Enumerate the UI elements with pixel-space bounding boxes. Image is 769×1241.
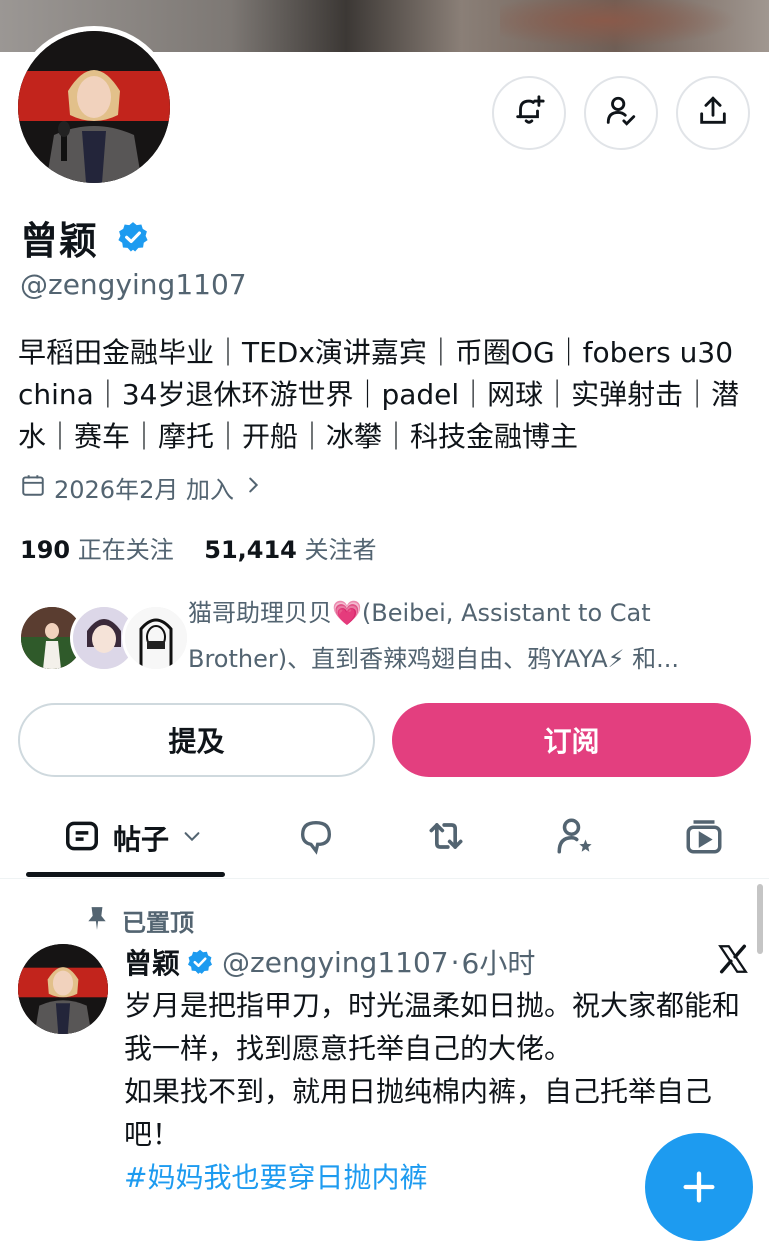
joined-date[interactable]: 2026年2月 加入	[20, 470, 264, 505]
post-header: 曾颖 @zengying1107 · 6小时	[124, 942, 535, 982]
pin-icon	[86, 905, 108, 937]
followed-by-text: 猫哥助理贝贝💗(Beibei, Assistant to Cat Brother…	[188, 599, 680, 673]
tab-posts[interactable]: 帖子	[48, 812, 218, 864]
share-icon	[696, 94, 730, 132]
mention-button[interactable]: 提及	[18, 703, 375, 777]
plus-icon	[679, 1133, 719, 1241]
chevron-right-icon	[242, 474, 264, 502]
post-separator: ·	[450, 945, 460, 979]
profile-bio: 早稻田金融毕业｜TEDx演讲嘉宾｜币圈OG｜fobers u30 china｜3…	[18, 336, 740, 453]
followers-link[interactable]: 51,414 关注者	[204, 536, 376, 564]
x-logo-icon	[716, 942, 750, 976]
active-tab-indicator	[26, 872, 225, 877]
profile-name: 曾颖	[20, 219, 99, 263]
share-button[interactable]	[676, 76, 750, 150]
tab-replies[interactable]	[286, 812, 346, 864]
chevron-down-icon	[181, 825, 203, 851]
following-link[interactable]: 190 正在关注	[20, 536, 174, 564]
following-status-button[interactable]	[584, 76, 658, 150]
post-author-name[interactable]: 曾颖	[124, 942, 180, 982]
follow-stats: 190 正在关注 51,414 关注者	[20, 530, 377, 565]
joined-text: 2026年2月 加入	[54, 476, 234, 504]
notification-bell-button[interactable]	[492, 76, 566, 150]
post-time[interactable]: 6小时	[462, 942, 536, 982]
following-count: 190	[20, 536, 71, 564]
post-author-handle[interactable]: @zengying1107	[222, 946, 449, 979]
repost-icon	[424, 814, 468, 862]
scrollbar[interactable]	[757, 884, 763, 954]
follower-avatar	[122, 604, 190, 672]
compose-button[interactable]	[645, 1133, 753, 1241]
verified-badge-icon[interactable]	[116, 220, 150, 258]
profile-handle: @zengying1107	[20, 268, 247, 301]
pinned-label: 已置顶	[122, 909, 194, 937]
followers-count: 51,414	[204, 536, 297, 564]
replies-icon	[296, 816, 336, 860]
post-line-1: 岁月是把指甲刀，时光温柔如日抛。祝大家都能和我一样，找到愿意托举自己的大佬。	[124, 989, 741, 1065]
posts-icon	[63, 817, 101, 859]
profile-tabs: 帖子	[0, 800, 769, 879]
user-star-icon	[554, 815, 596, 861]
tab-highlights[interactable]	[545, 812, 605, 864]
pinned-indicator: 已置顶	[86, 903, 194, 938]
tab-posts-label: 帖子	[112, 823, 169, 856]
subscribe-button[interactable]: 订阅	[392, 703, 751, 777]
post-author-avatar[interactable]	[18, 944, 108, 1034]
media-icon	[683, 815, 725, 861]
followers-label: 关注者	[304, 536, 377, 564]
following-label: 正在关注	[77, 536, 174, 564]
tab-media[interactable]	[674, 812, 734, 864]
profile-avatar[interactable]	[13, 26, 175, 188]
verified-badge-icon	[186, 948, 214, 976]
tab-reposts[interactable]	[416, 812, 476, 864]
bell-plus-icon	[512, 94, 546, 132]
calendar-icon	[20, 472, 46, 504]
user-check-icon	[604, 94, 638, 132]
post-line-2: 如果找不到，就用日抛纯棉内裤，自己托举自己吧！	[124, 1075, 713, 1151]
